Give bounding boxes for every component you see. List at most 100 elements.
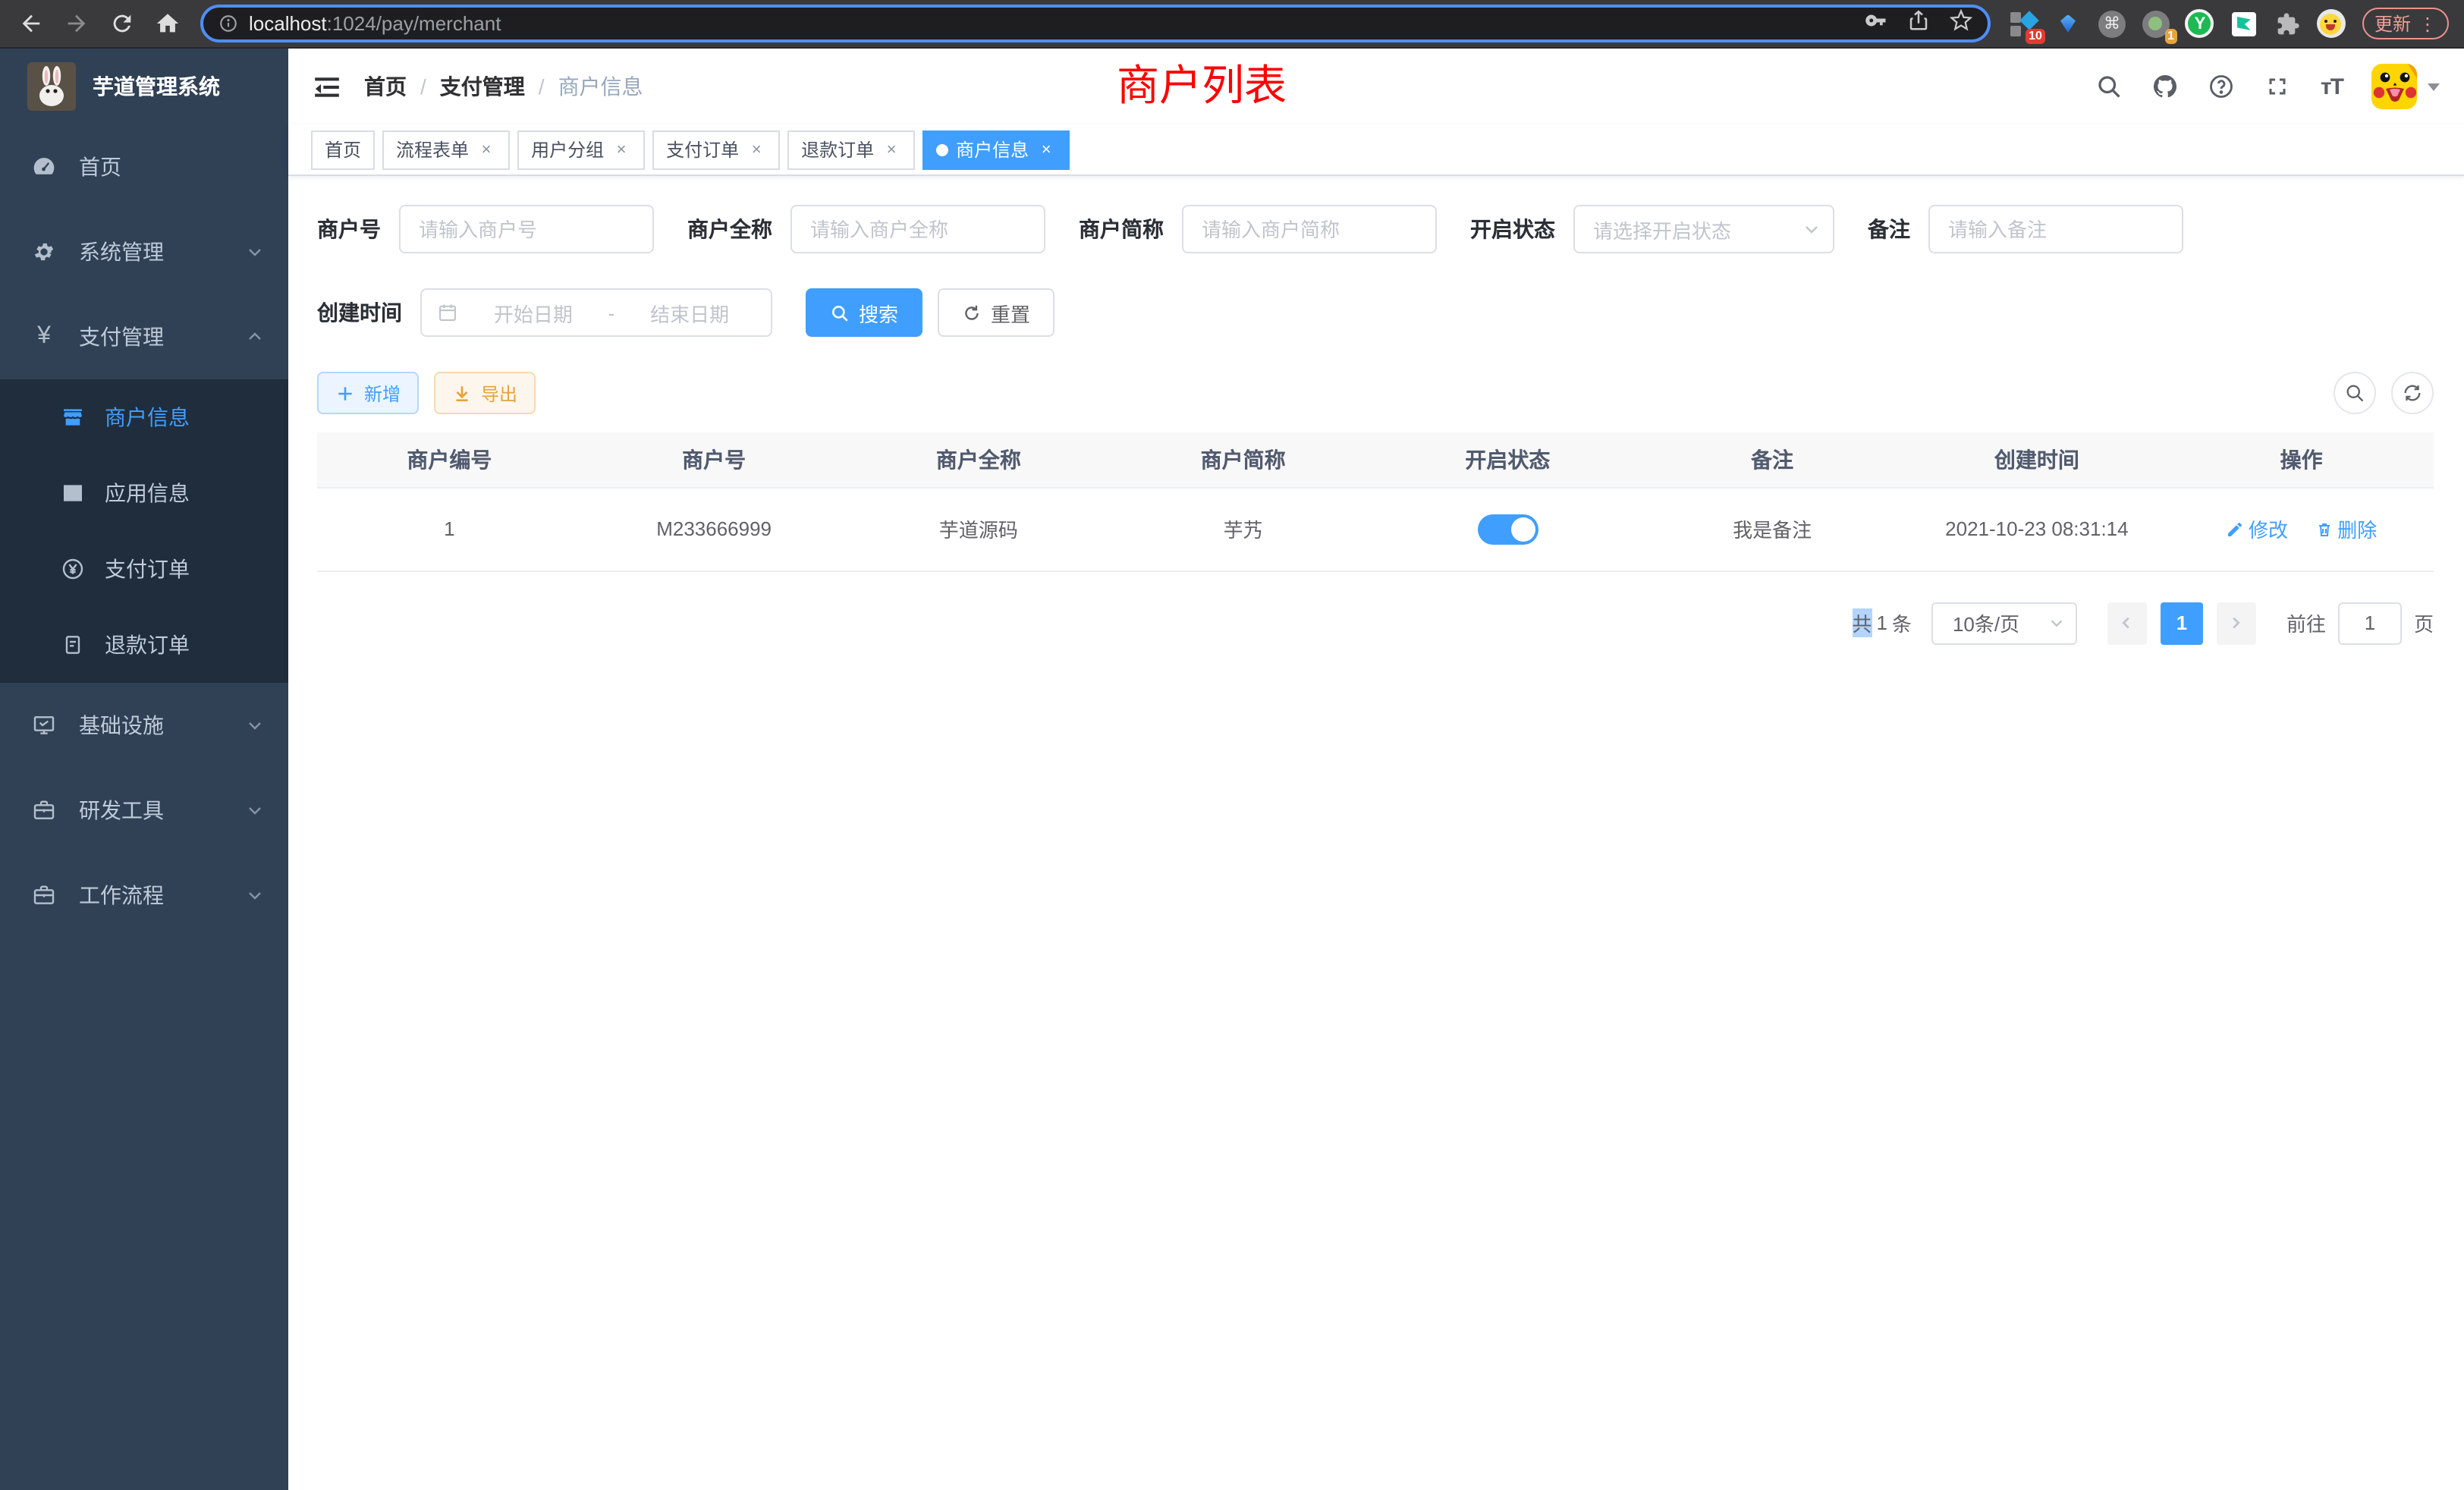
extension-kite-icon[interactable] — [2053, 8, 2083, 39]
tag-pay-order[interactable]: 支付订单× — [652, 130, 780, 169]
help-icon[interactable] — [2208, 73, 2236, 100]
browser-toolbar: localhost:1024/pay/merchant 10 ⌘ 1 Y — [0, 0, 2464, 49]
tags-view-bar: 首页 流程表单× 用户分组× 支付订单× 退款订单× 商户信息× — [288, 124, 2464, 176]
extension-vue-devtools-icon[interactable]: 10 — [2009, 8, 2039, 39]
goto-label: 前往 — [2286, 608, 2326, 637]
breadcrumb-merchant-info: 商户信息 — [558, 71, 643, 102]
sidebar-item-payment[interactable]: ¥ 支付管理 — [0, 294, 288, 379]
status-label: 开启状态 — [1470, 214, 1555, 244]
refresh-table-button[interactable] — [2391, 372, 2434, 414]
github-icon[interactable] — [2152, 73, 2180, 100]
user-menu[interactable] — [2371, 64, 2440, 109]
extension-y-icon[interactable]: Y — [2185, 8, 2215, 39]
browser-reload-icon[interactable] — [106, 8, 137, 39]
site-info-icon[interactable] — [218, 14, 238, 33]
extension-command-icon[interactable]: ⌘ — [2097, 8, 2127, 39]
sidebar-item-refund-order[interactable]: 退款订单 — [0, 607, 288, 683]
search-button[interactable]: 搜索 — [806, 288, 922, 337]
user-avatar[interactable] — [2371, 64, 2417, 109]
close-icon[interactable]: × — [746, 140, 766, 159]
bookmark-star-icon[interactable] — [1950, 8, 1972, 39]
short-name-input[interactable] — [1182, 205, 1437, 253]
edit-link[interactable]: 修改 — [2226, 514, 2288, 543]
col-merchant-id: 商户编号 — [317, 432, 582, 487]
prev-page-button[interactable] — [2107, 602, 2147, 644]
sidebar-fold-icon[interactable] — [313, 72, 341, 101]
close-icon[interactable]: × — [882, 140, 901, 159]
chevron-right-icon — [2228, 615, 2245, 631]
browser-forward-icon[interactable] — [61, 8, 91, 39]
page-size-select[interactable]: 10条/页 — [1931, 602, 2077, 644]
tag-home[interactable]: 首页 — [311, 130, 375, 169]
tag-merchant-info[interactable]: 商户信息× — [922, 130, 1070, 169]
col-created-at: 创建时间 — [1905, 432, 2170, 487]
search-icon — [830, 303, 850, 322]
create-time-range-picker[interactable]: 开始日期 - 结束日期 — [420, 288, 772, 337]
export-button[interactable]: 导出 — [434, 372, 536, 414]
sidebar-item-workflow[interactable]: 工作流程 — [0, 853, 288, 938]
delete-link[interactable]: 删除 — [2315, 514, 2377, 543]
status-toggle[interactable] — [1477, 514, 1538, 544]
page-unit-label: 页 — [2414, 608, 2434, 637]
browser-menu-icon[interactable]: ⋮ — [2418, 13, 2437, 34]
briefcase-icon — [30, 883, 58, 907]
sidebar-item-dev-tools[interactable]: 研发工具 — [0, 768, 288, 853]
tag-process-form[interactable]: 流程表单× — [382, 130, 510, 169]
sidebar-item-merchant-info[interactable]: 商户信息 — [0, 379, 288, 455]
filter-row-1: 商户号 商户全称 商户简称 开启状态 请选择开启状态 — [317, 205, 2434, 253]
page-1-button[interactable]: 1 — [2161, 602, 2203, 644]
create-time-label: 创建时间 — [317, 297, 402, 328]
extension-status-icon[interactable]: 1 — [2141, 8, 2171, 39]
close-icon[interactable]: × — [611, 140, 631, 159]
add-button[interactable]: 新增 — [317, 372, 419, 414]
sidebar-item-infra[interactable]: 基础设施 — [0, 683, 288, 768]
tag-user-group[interactable]: 用户分组× — [517, 130, 645, 169]
share-icon[interactable] — [1907, 8, 1930, 39]
col-merchant-no: 商户号 — [582, 432, 847, 487]
monitor-icon — [30, 713, 58, 737]
dashboard-icon — [30, 155, 58, 179]
sidebar-item-pay-order[interactable]: 支付订单 — [0, 531, 288, 607]
font-size-icon[interactable]: тT — [2321, 74, 2343, 99]
reset-button[interactable]: 重置 — [938, 288, 1054, 337]
breadcrumb-payment[interactable]: 支付管理 — [440, 71, 525, 102]
sidebar-item-system[interactable]: 系统管理 — [0, 209, 288, 294]
breadcrumb-home[interactable]: 首页 — [364, 71, 407, 102]
remark-label: 备注 — [1868, 214, 1910, 244]
cell-short-name: 芋艿 — [1111, 487, 1375, 571]
search-icon — [2344, 382, 2365, 404]
sidebar-item-app-info[interactable]: 应用信息 — [0, 455, 288, 531]
chevron-down-icon — [246, 243, 264, 261]
close-icon[interactable]: × — [1036, 140, 1056, 159]
app-logo[interactable]: 芋道管理系统 — [0, 49, 288, 124]
browser-back-icon[interactable] — [15, 8, 46, 39]
merchant-no-input[interactable] — [399, 205, 654, 253]
tag-refund-order[interactable]: 退款订单× — [787, 130, 915, 169]
address-bar[interactable]: localhost:1024/pay/merchant — [200, 5, 1991, 42]
close-icon[interactable]: × — [476, 140, 496, 159]
remark-input[interactable] — [1928, 205, 2183, 253]
col-remark: 备注 — [1640, 432, 1905, 487]
chevron-down-icon — [246, 716, 264, 734]
toggle-search-button[interactable] — [2334, 372, 2376, 414]
extensions-puzzle-icon[interactable] — [2273, 8, 2303, 39]
browser-profile-avatar[interactable] — [2317, 9, 2346, 38]
goto-page-input[interactable] — [2338, 602, 2402, 644]
browser-home-icon[interactable] — [152, 8, 182, 39]
chevron-down-icon — [1802, 220, 1821, 238]
storefront-icon — [59, 405, 86, 429]
password-key-icon[interactable] — [1865, 8, 1887, 39]
header-search-icon[interactable] — [2096, 73, 2123, 100]
chevron-up-icon — [246, 328, 264, 346]
merchant-table: 商户编号 商户号 商户全称 商户简称 开启状态 备注 创建时间 操作 1 M23… — [317, 432, 2434, 571]
download-icon — [452, 383, 472, 403]
extension-grammar-icon[interactable] — [2229, 8, 2259, 39]
chevron-left-icon — [2119, 615, 2136, 631]
fullscreen-icon[interactable] — [2264, 73, 2292, 100]
browser-update-button[interactable]: 更新 ⋮ — [2362, 8, 2449, 39]
end-date-placeholder: 结束日期 — [624, 298, 756, 327]
sidebar-item-home[interactable]: 首页 — [0, 124, 288, 209]
full-name-input[interactable] — [790, 205, 1045, 253]
status-select[interactable]: 请选择开启状态 — [1573, 205, 1834, 253]
next-page-button[interactable] — [2217, 602, 2256, 644]
